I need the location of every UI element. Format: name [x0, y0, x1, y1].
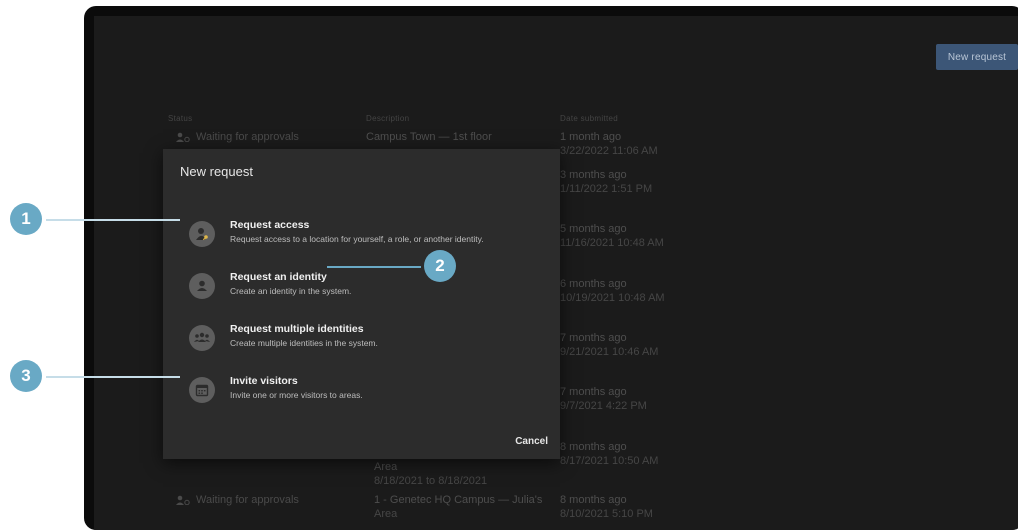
description-line: 1 - Genetec HQ Campus — Julia's	[374, 494, 543, 506]
table-row-date: 5 months ago 11/16/2021 10:48 AM	[560, 222, 664, 250]
dialog-title: New request	[180, 164, 253, 179]
option-description: Create an identity in the system.	[230, 286, 352, 296]
option-description: Request access to a location for yoursel…	[230, 234, 484, 244]
table-row-date: 7 months ago 9/7/2021 4:22 PM	[560, 385, 647, 413]
table-row-status: Waiting for approvals	[176, 493, 299, 507]
option-request-multiple-identities[interactable]: Request multiple identities Create multi…	[189, 323, 539, 357]
cancel-button[interactable]: Cancel	[515, 436, 548, 447]
table-row-date: 1 month ago 3/22/2022 11:06 AM	[560, 130, 658, 158]
table-row-date: 8 months ago 8/17/2021 10:50 AM	[560, 440, 658, 468]
date-absolute: 1/11/2022 1:51 PM	[560, 183, 653, 195]
date-relative: 5 months ago	[560, 223, 627, 235]
date-absolute: 9/7/2021 4:22 PM	[560, 400, 647, 412]
option-title: Invite visitors	[230, 375, 298, 387]
callout-3: 3	[10, 360, 42, 392]
option-title: Request an identity	[230, 271, 327, 283]
person-icon	[189, 273, 215, 299]
description-line: Area	[374, 461, 398, 473]
person-key-icon	[189, 221, 215, 247]
user-pending-icon	[176, 132, 190, 142]
status-text: Waiting for approvals	[196, 131, 299, 143]
table-row-date: 6 months ago 10/19/2021 10:48 AM	[560, 277, 665, 305]
column-header-status[interactable]: Status	[168, 114, 192, 123]
table-row-description: Campus Town — 1st floor	[366, 131, 492, 143]
column-header-description[interactable]: Description	[366, 114, 409, 123]
date-relative: 7 months ago	[560, 386, 627, 398]
description-line: 8/18/2021 to 8/18/2021	[374, 475, 488, 487]
new-request-dialog: New request Request access Request acces…	[163, 149, 560, 459]
group-icon	[189, 325, 215, 351]
table-row-description: 1 - Genetec HQ Campus — Julia's Area	[374, 493, 542, 521]
table-row-status: Waiting for approvals	[176, 130, 299, 144]
option-request-identity[interactable]: Request an identity Create an identity i…	[189, 271, 539, 305]
date-relative: 3 months ago	[560, 169, 627, 181]
callout-line	[327, 266, 421, 268]
description-line: Area	[374, 508, 398, 520]
date-absolute: 8/17/2021 10:50 AM	[560, 455, 659, 467]
callout-line	[46, 376, 180, 378]
date-absolute: 3/22/2022 11:06 AM	[560, 145, 658, 157]
table-row-date: 8 months ago 8/10/2021 5:10 PM	[560, 493, 653, 521]
table-row-date: 7 months ago 9/21/2021 10:46 AM	[560, 331, 658, 359]
table-row-description: Area 8/18/2021 to 8/18/2021	[374, 460, 487, 488]
status-text: Waiting for approvals	[196, 494, 299, 506]
calendar-icon	[189, 377, 215, 403]
option-title: Request access	[230, 219, 310, 231]
date-absolute: 11/16/2021 10:48 AM	[560, 237, 664, 249]
callout-line	[46, 219, 180, 221]
option-title: Request multiple identities	[230, 323, 364, 335]
option-invite-visitors[interactable]: Invite visitors Invite one or more visit…	[189, 375, 539, 409]
date-relative: 8 months ago	[560, 441, 627, 453]
callout-1: 1	[10, 203, 42, 235]
option-description: Invite one or more visitors to areas.	[230, 390, 363, 400]
date-relative: 8 months ago	[560, 494, 627, 506]
date-absolute: 10/19/2021 10:48 AM	[560, 292, 665, 304]
date-relative: 1 month ago	[560, 131, 622, 143]
table-row-date: 3 months ago 1/11/2022 1:51 PM	[560, 168, 652, 196]
date-absolute: 8/10/2021 5:10 PM	[560, 508, 653, 520]
app-screen: New request Status Description Date subm…	[94, 16, 1018, 530]
date-relative: 7 months ago	[560, 332, 627, 344]
option-request-access[interactable]: Request access Request access to a locat…	[189, 219, 539, 253]
date-relative: 6 months ago	[560, 278, 627, 290]
column-header-date[interactable]: Date submitted	[560, 114, 618, 123]
new-request-button[interactable]: New request	[936, 44, 1018, 70]
option-description: Create multiple identities in the system…	[230, 338, 378, 348]
user-pending-icon	[176, 495, 190, 505]
callout-2: 2	[424, 250, 456, 282]
device-frame: New request Status Description Date subm…	[84, 6, 1018, 530]
date-absolute: 9/21/2021 10:46 AM	[560, 346, 659, 358]
